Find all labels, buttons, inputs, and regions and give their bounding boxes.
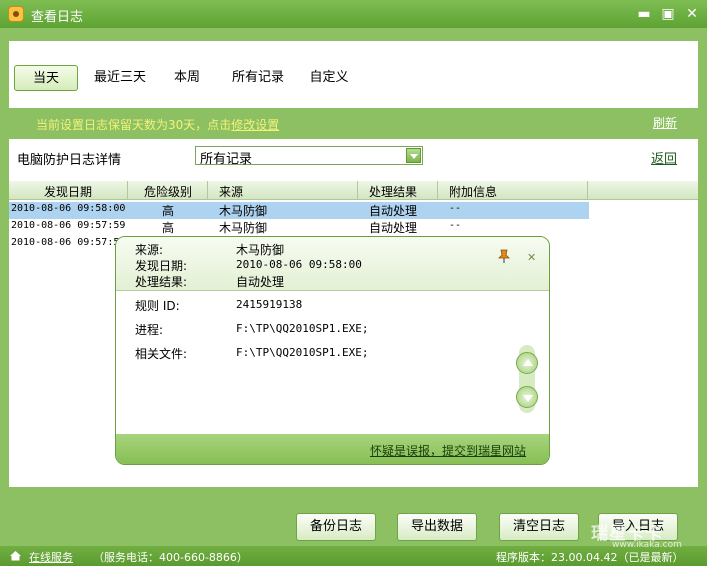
online-service-link[interactable]: 在线服务 bbox=[29, 549, 73, 565]
tab-last-three-days[interactable]: 最近三天 bbox=[87, 65, 153, 91]
popup-rule-label: 规则 ID: bbox=[135, 299, 180, 313]
popup-result-label: 处理结果: bbox=[135, 275, 188, 289]
table-header: 发现日期 危险级别 来源 处理结果 附加信息 bbox=[9, 181, 698, 200]
popup-date-value: 2010-08-06 09:58:00 bbox=[236, 258, 362, 271]
cell-source: 木马防御 bbox=[219, 221, 268, 235]
scroll-down-icon[interactable] bbox=[516, 386, 538, 408]
cell-result: 自动处理 bbox=[369, 221, 418, 235]
retention-notice: 当前设置日志保留天数为30天，点击修改设置 bbox=[36, 116, 279, 133]
back-link[interactable]: 返回 bbox=[651, 148, 677, 167]
column-header-extra[interactable]: 附加信息 bbox=[449, 183, 497, 200]
home-icon bbox=[10, 551, 21, 561]
minimize-icon[interactable]: ▬ bbox=[636, 6, 652, 22]
popup-process-label: 进程: bbox=[135, 323, 164, 337]
export-data-button[interactable]: 导出数据 bbox=[397, 513, 477, 541]
window-title: 查看日志 bbox=[31, 10, 84, 25]
log-filter-select[interactable]: 所有记录 bbox=[195, 146, 423, 167]
retention-notice-text: 当前设置日志保留天数为30天，点击 bbox=[36, 118, 232, 132]
rising-lion-icon bbox=[8, 6, 24, 22]
tab-today[interactable]: 当天 bbox=[14, 65, 78, 91]
service-phone: （服务电话：400-660-8866） bbox=[93, 551, 248, 564]
scroll-up-icon[interactable] bbox=[516, 352, 538, 374]
pin-icon[interactable] bbox=[498, 249, 510, 263]
clear-log-button[interactable]: 清空日志 bbox=[499, 513, 579, 541]
cell-date: 2010-08-06 09:58:00 bbox=[11, 203, 126, 214]
popup-file-value: F:\TP\QQ2010SP1.EXE; bbox=[236, 346, 369, 359]
detail-title: 电脑防护日志详情 bbox=[17, 153, 122, 168]
cell-extra: -- bbox=[449, 203, 462, 214]
popup-rule-value: 2415919138 bbox=[236, 298, 303, 311]
cell-date: 2010-08-06 09:57:5 bbox=[11, 237, 120, 248]
cell-source: 木马防御 bbox=[219, 204, 268, 218]
popup-footer: 怀疑是误报，提交到瑞星网站 bbox=[116, 434, 549, 464]
cell-result: 自动处理 bbox=[369, 204, 418, 218]
cell-level: 高 bbox=[162, 221, 175, 235]
popup-date-label: 发现日期: bbox=[135, 259, 188, 273]
chevron-down-icon[interactable] bbox=[406, 148, 421, 163]
log-detail-popup: 来源: 木马防御 发现日期: 2010-08-06 09:58:00 处理结果:… bbox=[115, 236, 550, 465]
table-row[interactable]: 2010-08-06 09:58:00 高 木马防御 自动处理 -- bbox=[9, 202, 589, 219]
backup-log-button[interactable]: 备份日志 bbox=[296, 513, 376, 541]
report-false-positive-link[interactable]: 怀疑是误报，提交到瑞星网站 bbox=[370, 442, 526, 459]
close-icon[interactable]: ✕ bbox=[684, 6, 700, 22]
popup-header: 来源: 木马防御 发现日期: 2010-08-06 09:58:00 处理结果:… bbox=[116, 237, 549, 291]
cell-extra: -- bbox=[449, 220, 462, 231]
tab-custom[interactable]: 自定义 bbox=[305, 65, 353, 91]
tab-this-week[interactable]: 本周 bbox=[167, 65, 207, 91]
refresh-link[interactable]: 刷新 bbox=[653, 114, 677, 131]
status-bar: 在线服务 （服务电话：400-660-8866） 程序版本：23.00.04.4… bbox=[0, 546, 707, 566]
watermark-url: www.ikaka.com bbox=[612, 540, 682, 550]
cell-date: 2010-08-06 09:57:59 bbox=[11, 220, 126, 231]
cell-level: 高 bbox=[162, 204, 175, 218]
title-bar: 查看日志 ▬ ▣ ✕ bbox=[0, 0, 707, 28]
modify-settings-link[interactable]: 修改设置 bbox=[231, 118, 279, 132]
collapse-icon[interactable]: ✕ bbox=[527, 251, 536, 264]
column-header-result[interactable]: 处理结果 bbox=[369, 183, 417, 200]
column-header-level[interactable]: 危险级别 bbox=[144, 183, 192, 200]
log-filter-value: 所有记录 bbox=[200, 152, 253, 167]
tab-bar: 当天 最近三天 本周 所有记录 自定义 bbox=[9, 41, 698, 108]
table-row[interactable]: 2010-08-06 09:57:59 高 木马防御 自动处理 -- bbox=[9, 219, 589, 236]
popup-file-label: 相关文件: bbox=[135, 347, 188, 361]
popup-source-label: 来源: bbox=[135, 243, 164, 257]
tab-all-records[interactable]: 所有记录 bbox=[227, 65, 289, 91]
column-header-source[interactable]: 来源 bbox=[219, 183, 243, 200]
program-version: 程序版本：23.00.04.42（已是最新） bbox=[496, 551, 684, 564]
maximize-icon[interactable]: ▣ bbox=[660, 6, 676, 22]
popup-process-value: F:\TP\QQ2010SP1.EXE; bbox=[236, 322, 369, 335]
column-header-date[interactable]: 发现日期 bbox=[44, 183, 92, 200]
popup-result-value: 自动处理 bbox=[236, 275, 285, 289]
popup-source-value: 木马防御 bbox=[236, 243, 285, 257]
